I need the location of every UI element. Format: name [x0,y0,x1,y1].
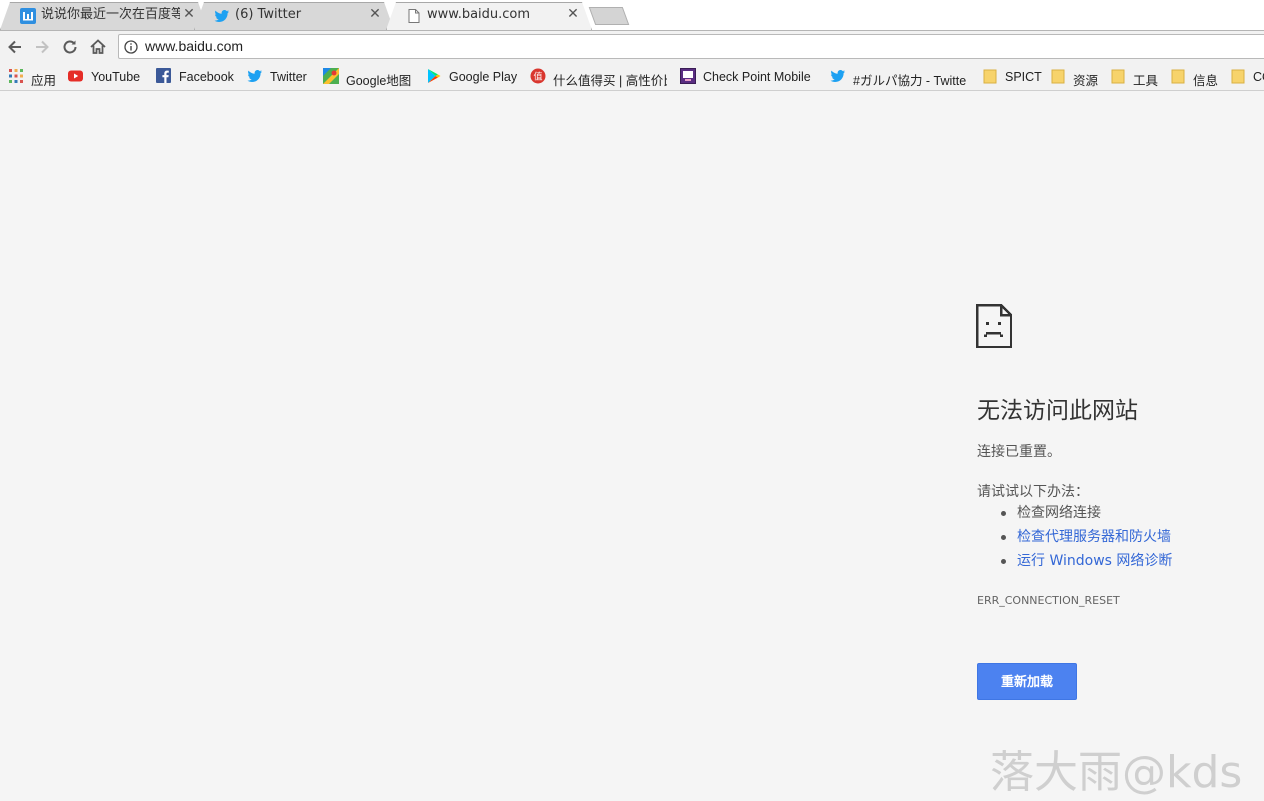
home-icon[interactable] [87,36,109,58]
bookmark-folder-co[interactable]: CO [1230,68,1264,86]
suggestion-text: 检查网络连接 [1017,505,1101,521]
bookmark-label: Twitter [270,70,307,84]
address-bar[interactable]: www.baidu.com [118,34,1264,59]
page-content: 无法访问此网站 连接已重置。 请试试以下办法： 检查网络连接 检查代理服务器和防… [0,91,1264,801]
svg-text:值: 值 [533,71,542,83]
bookmark-twitter[interactable]: Twitter [247,68,317,86]
close-icon[interactable]: ✕ [566,7,580,21]
bookmark-folder-spict[interactable]: SPICT [982,68,1044,86]
suggestion-list: 检查网络连接 检查代理服务器和防火墙 运行 Windows 网络诊断 [997,501,1172,573]
bookmark-label: 什么值得买 | 高性价比 [553,74,667,88]
checkpoint-icon [680,68,696,84]
error-code: ERR_CONNECTION_RESET [977,594,1120,607]
bookmark-folder-tools[interactable]: 工具 [1110,68,1162,88]
bookmark-twitter-garupa[interactable]: #ガルパ協力 - Twitte [830,68,968,88]
suggestion-link[interactable]: 检查代理服务器和防火墙 [1017,529,1171,545]
bookmark-label: #ガルパ協力 - Twitte [853,74,967,88]
bookmark-folder-resources[interactable]: 资源 [1050,68,1102,88]
bookmark-youtube[interactable]: YouTube [68,68,148,86]
info-icon[interactable] [124,40,138,54]
suggestion-link[interactable]: 运行 Windows 网络诊断 [1017,553,1172,569]
suggestion-check-network: 检查网络连接 [997,501,1172,525]
new-tab-button[interactable] [588,7,630,25]
sad-page-icon [976,304,1012,348]
folder-icon [1231,69,1245,84]
twitter-icon [830,70,845,82]
folder-icon [1051,69,1065,84]
page-icon [408,9,420,23]
back-arrow-icon[interactable] [4,36,26,58]
try-heading: 请试试以下办法： [977,484,1089,500]
bookmark-label: Google Play [449,70,518,84]
tab-baidu[interactable]: www.baidu.com ✕ [386,0,592,30]
facebook-icon [156,68,171,83]
bookmark-checkpoint[interactable]: Check Point Mobile [680,68,818,86]
youtube-icon [68,70,83,82]
google-maps-icon [323,68,339,84]
tab-twitter[interactable]: (6) Twitter ✕ [194,0,394,30]
folder-icon [983,69,997,84]
tab-baidu-zhidao[interactable]: 说说你最近一次在百度等 ✕ [0,0,208,30]
folder-icon [1171,69,1185,84]
bookmark-facebook[interactable]: Facebook [156,68,240,86]
bookmark-label: 应用 [31,74,57,88]
tab-strip: 说说你最近一次在百度等 ✕ (6) Twitter ✕ www.baidu.co… [0,0,1264,30]
twitter-icon [247,70,262,82]
forward-arrow-icon[interactable] [31,36,53,58]
tab-title: 说说你最近一次在百度等 [41,7,180,22]
bookmark-apps[interactable]: 应用 [8,68,58,88]
bookmark-smzdm[interactable]: 值 什么值得买 | 高性价比 [530,68,667,88]
reload-icon[interactable] [59,36,81,58]
error-description: 连接已重置。 [977,444,1061,460]
bookmark-label: Facebook [179,70,234,84]
bookmarks-bar: 应用 YouTube Facebook Twitter Google地图 Goo… [0,63,1264,91]
bookmark-label: SPICT [1005,70,1042,84]
bookmark-label: 资源 [1073,74,1099,88]
twitter-icon [214,10,229,22]
suggestion-run-diagnostics[interactable]: 运行 Windows 网络诊断 [997,549,1172,573]
bookmark-label: YouTube [91,70,141,84]
bookmark-label: Check Point Mobile [703,70,811,84]
error-title: 无法访问此网站 [977,398,1138,424]
watermark: 落大雨@kds [990,747,1243,798]
url-text: www.baidu.com [145,38,244,54]
baidu-zhidao-icon [20,8,36,24]
reload-button[interactable]: 重新加载 [977,663,1077,700]
tab-title: www.baidu.com [427,7,531,22]
google-play-icon [428,69,441,83]
bookmark-label: Google地图 [346,74,412,88]
apps-grid-icon [9,69,23,83]
bookmark-label: CO [1253,70,1264,84]
bookmark-google-maps[interactable]: Google地图 [323,68,419,88]
bookmark-folder-info[interactable]: 信息 [1170,68,1222,88]
smzdm-icon: 值 [530,68,546,84]
close-icon[interactable]: ✕ [368,7,382,21]
bookmark-label: 信息 [1193,74,1219,88]
folder-icon [1111,69,1125,84]
bookmark-google-play[interactable]: Google Play [426,68,522,86]
toolbar: www.baidu.com [0,30,1264,64]
tab-title: (6) Twitter [235,7,302,22]
suggestion-check-proxy-firewall[interactable]: 检查代理服务器和防火墙 [997,525,1172,549]
bookmark-label: 工具 [1133,74,1159,88]
